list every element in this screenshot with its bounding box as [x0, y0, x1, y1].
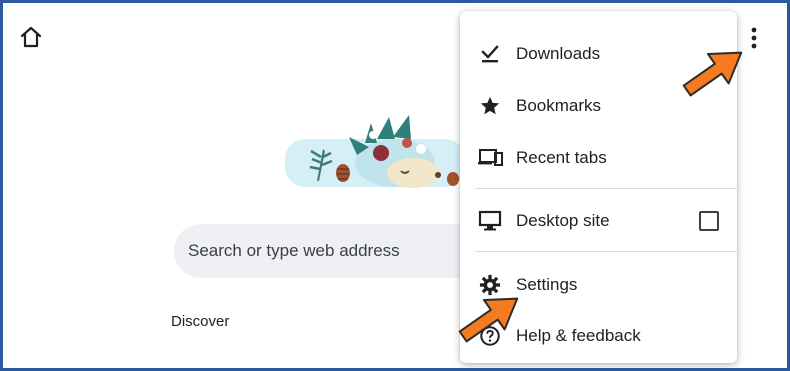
doodle-image[interactable] — [285, 113, 475, 195]
browser-window: Search or type web address Discover Down… — [3, 3, 787, 368]
monitor-icon — [477, 208, 503, 234]
menu-item-recent-tabs[interactable]: Recent tabs — [460, 136, 737, 180]
menu-divider — [475, 251, 737, 252]
search-placeholder: Search or type web address — [188, 241, 400, 260]
omnibox-search-input[interactable]: Search or type web address — [174, 224, 504, 278]
menu-item-label: Downloads — [516, 44, 601, 63]
menu-item-label: Recent tabs — [516, 148, 607, 167]
menu-item-label: Desktop site — [516, 211, 610, 230]
devices-icon — [477, 145, 503, 171]
pointer-arrow-settings-icon — [458, 297, 519, 343]
discover-header[interactable]: Discover — [171, 313, 229, 330]
pointer-arrow-more-icon — [682, 51, 743, 97]
menu-item-label: Help & feedback — [516, 326, 641, 345]
menu-divider — [475, 188, 737, 189]
pinecone — [336, 164, 350, 182]
home-icon — [20, 26, 42, 48]
menu-item-label: Bookmarks — [516, 96, 602, 115]
download-done-icon — [477, 41, 503, 67]
star-icon — [477, 93, 503, 119]
desktop-site-checkbox[interactable] — [699, 211, 719, 231]
home-button[interactable] — [17, 23, 45, 51]
menu-item-desktop-site[interactable]: Desktop site — [460, 199, 737, 243]
